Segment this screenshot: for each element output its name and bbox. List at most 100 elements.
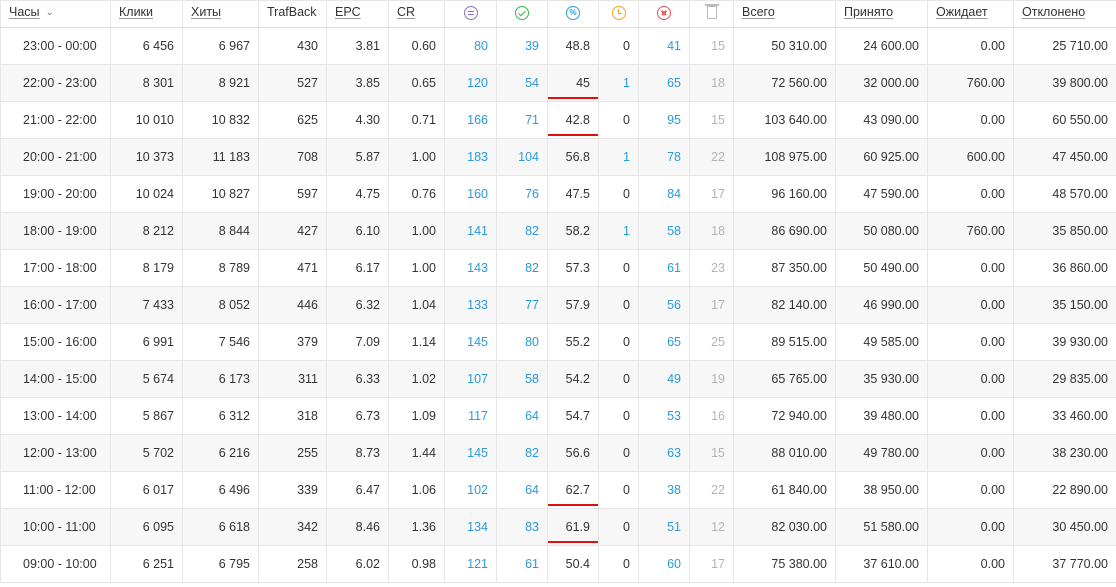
col-header-sum-pending-label: Ожидает (936, 5, 988, 19)
trash-icon[interactable] (704, 4, 719, 20)
cell-approved-link[interactable]: 58 (496, 360, 548, 398)
cell-sum-accepted: 49 585.00 (835, 323, 928, 361)
col-header-sum-total[interactable]: Всего (733, 0, 836, 28)
cell-total-link[interactable]: 166 (444, 101, 497, 139)
check-circle-icon[interactable] (515, 5, 529, 20)
cell-total-link[interactable]: 143 (444, 249, 497, 287)
cell-hour: 21:00 - 22:00 (0, 101, 111, 139)
cell-trash: 15 (689, 434, 734, 472)
cell-sum-rejected: 22 890.00 (1013, 471, 1116, 509)
cell-approved-link[interactable]: 76 (496, 175, 548, 213)
cell-clicks: 6 017 (110, 471, 183, 509)
cell-rejected-link[interactable]: 49 (638, 360, 690, 398)
red-underline-annotation (548, 504, 598, 506)
cell-hold-link[interactable]: 1 (598, 138, 639, 176)
cell-total-link[interactable]: 80 (444, 27, 497, 65)
col-header-sum-rejected[interactable]: Отклонено (1013, 0, 1116, 28)
col-header-hold[interactable] (598, 0, 639, 28)
cell-trafback: 255 (258, 434, 327, 472)
cell-approved-link[interactable]: 104 (496, 138, 548, 176)
cell-total-link[interactable]: 107 (444, 360, 497, 398)
cell-approved-link[interactable]: 82 (496, 434, 548, 472)
clock-icon[interactable] (611, 5, 626, 20)
cell-approved-link[interactable]: 61 (496, 545, 548, 583)
cell-total-link[interactable]: 145 (444, 323, 497, 361)
cell-rejected-link[interactable]: 60 (638, 545, 690, 583)
cell-rejected-link[interactable]: 58 (638, 212, 690, 250)
chevron-down-icon[interactable]: ⌄ (46, 7, 54, 18)
col-header-sum-accepted[interactable]: Принято (835, 0, 928, 28)
col-header-rejected[interactable] (638, 0, 690, 28)
cell-hits: 6 312 (182, 397, 259, 435)
cell-approved-link[interactable]: 82 (496, 212, 548, 250)
cell-hold-link[interactable]: 1 (598, 64, 639, 102)
cell-hits: 6 173 (182, 360, 259, 398)
col-header-total[interactable] (444, 0, 497, 28)
cell-rejected-link[interactable]: 51 (638, 508, 690, 546)
cell-total-link[interactable]: 134 (444, 508, 497, 546)
cell-hits: 7 546 (182, 323, 259, 361)
cell-rejected-link[interactable]: 41 (638, 27, 690, 65)
cell-approved-link[interactable]: 54 (496, 64, 548, 102)
cell-total-link[interactable]: 141 (444, 212, 497, 250)
cell-hold-link[interactable]: 1 (598, 212, 639, 250)
cell-percent: 58.2 (547, 212, 599, 250)
cell-total-link[interactable]: 145 (444, 434, 497, 472)
cell-total-link[interactable]: 120 (444, 64, 497, 102)
cell-epc: 6.33 (326, 360, 389, 398)
cell-sum-accepted: 51 580.00 (835, 508, 928, 546)
cell-rejected-link[interactable]: 38 (638, 471, 690, 509)
cell-rejected-link[interactable]: 65 (638, 323, 690, 361)
cell-rejected-link[interactable]: 56 (638, 286, 690, 324)
col-header-hours[interactable]: Часы ⌄ (0, 0, 111, 28)
col-header-trash[interactable] (689, 0, 734, 28)
cell-rejected-link[interactable]: 53 (638, 397, 690, 435)
cell-approved-link[interactable]: 64 (496, 397, 548, 435)
cell-rejected-link[interactable]: 61 (638, 249, 690, 287)
cell-cr: 0.60 (388, 27, 445, 65)
cell-trafback: 258 (258, 545, 327, 583)
cell-total-link[interactable]: 183 (444, 138, 497, 176)
col-header-percent[interactable]: % (547, 0, 599, 28)
cell-rejected-link[interactable]: 65 (638, 64, 690, 102)
cell-rejected-link[interactable]: 95 (638, 101, 690, 139)
cell-approved-link[interactable]: 82 (496, 249, 548, 287)
cell-trash: 17 (689, 286, 734, 324)
cell-approved-link[interactable]: 83 (496, 508, 548, 546)
percent-icon[interactable]: % (566, 5, 580, 20)
cell-sum-pending: 0.00 (927, 249, 1014, 287)
cell-rejected-link[interactable]: 78 (638, 138, 690, 176)
table-row: 14:00 - 15:00 5 674 6 173 311 6.33 1.02 107 58 5… (0, 360, 1116, 398)
cell-approved-link[interactable]: 80 (496, 323, 548, 361)
cell-sum-pending: 0.00 (927, 397, 1014, 435)
cell-rejected-link[interactable]: 63 (638, 434, 690, 472)
cell-approved-link[interactable]: 71 (496, 101, 548, 139)
cell-approved-link[interactable]: 64 (496, 471, 548, 509)
col-header-approved[interactable] (496, 0, 548, 28)
col-header-clicks[interactable]: Клики (110, 0, 183, 28)
cell-total-link[interactable]: 160 (444, 175, 497, 213)
total-icon[interactable] (463, 5, 478, 20)
col-header-hits[interactable]: Хиты (182, 0, 259, 28)
cell-sum-pending: 0.00 (927, 27, 1014, 65)
col-header-sum-pending[interactable]: Ожидает (927, 0, 1014, 28)
cell-trash: 15 (689, 27, 734, 65)
cell-approved-link[interactable]: 77 (496, 286, 548, 324)
cell-approved-link[interactable]: 39 (496, 27, 548, 65)
col-header-epc[interactable]: EPC (326, 0, 389, 28)
cell-trafback: 311 (258, 360, 327, 398)
cell-total-link[interactable]: 133 (444, 286, 497, 324)
x-circle-icon[interactable] (657, 5, 671, 20)
cell-trafback: 625 (258, 101, 327, 139)
cell-hour: 14:00 - 15:00 (0, 360, 111, 398)
cell-percent: 54.2 (547, 360, 599, 398)
cell-total-link[interactable]: 117 (444, 397, 497, 435)
col-header-cr[interactable]: CR (388, 0, 445, 28)
cell-total-link[interactable]: 102 (444, 471, 497, 509)
cell-sum-total: 82 140.00 (733, 286, 836, 324)
cell-sum-accepted: 39 480.00 (835, 397, 928, 435)
cell-rejected-link[interactable]: 84 (638, 175, 690, 213)
cell-trash: 19 (689, 360, 734, 398)
col-header-trafback[interactable]: TrafBack (258, 0, 327, 28)
cell-total-link[interactable]: 121 (444, 545, 497, 583)
